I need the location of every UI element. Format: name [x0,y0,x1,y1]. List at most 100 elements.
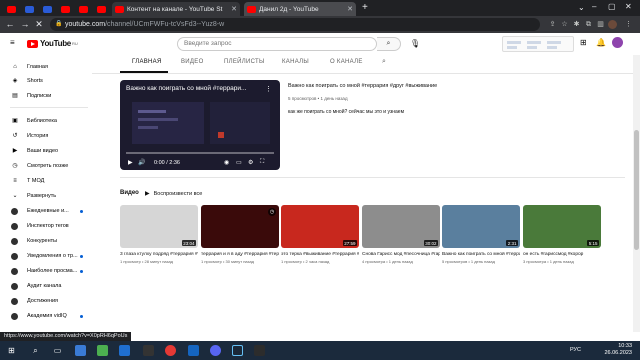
browser-tab[interactable] [94,2,108,16]
browser-menu-icon[interactable]: ⋮ [624,20,633,29]
hamburger-menu-icon[interactable]: ≡ [10,39,15,47]
video-card[interactable]: ◷ террария и я в аду #террария #террари..… [201,205,279,264]
steam-icon[interactable] [232,345,243,356]
extension-icon[interactable]: ✱ [572,20,581,29]
video-card[interactable]: 23:04 3 глаза ктулху подряд #террария #те… [120,205,198,264]
video-thumbnail[interactable]: 5:15 [523,205,601,248]
tab-channels[interactable]: КАНАЛЫ [282,59,309,65]
sidebar-item-vidiq[interactable]: Академия vidIQ [0,310,92,322]
sidebar-item-subscriptions[interactable]: ▤ Подписки [0,90,92,102]
minimize-icon[interactable]: – [592,2,596,11]
sidebar-item-library[interactable]: ▣ Библиотека [0,115,92,127]
system-clock[interactable]: 10:33 26.06.2023 [604,343,632,357]
account-avatar[interactable] [612,37,623,48]
close-tab-icon[interactable]: ✕ [347,5,353,13]
video-thumbnail[interactable]: 2:31 [442,205,520,248]
search-box[interactable] [177,37,377,51]
stop-icon[interactable]: ✕ [34,19,44,29]
bookmark-star-icon[interactable]: ☆ [560,20,569,29]
featured-video-player[interactable]: Важно как поиграть со мной #террари... ⋮… [120,80,280,170]
sidebar-item-shorts[interactable]: ◈ Shorts [0,75,92,87]
app-icon[interactable] [188,345,199,356]
tab-videos[interactable]: ВИДЕО [181,59,204,65]
videos-section-title[interactable]: Видео [120,190,139,196]
sidebar-item-vidiq[interactable]: Достижения [0,295,92,307]
video-card[interactable]: 27:59 это терка #выживание #террария #ад 1… [281,205,359,264]
browser-tab[interactable] [58,2,72,16]
video-thumbnail[interactable]: 30:02 [362,205,440,248]
microphone-icon[interactable]: 🎙 [410,39,420,48]
close-window-icon[interactable]: ✕ [625,2,632,11]
sidebar-item-your-videos[interactable]: ▶ Ваши видео [0,145,92,157]
vidiq-player-icon[interactable]: ◉ [224,159,229,166]
omnibox[interactable]: 🔒 youtube.com/channel/UCmFWFu-tcVsFd3--Y… [50,18,540,31]
video-title[interactable]: террария и я в аду #террария #террари... [201,252,279,258]
fullscreen-icon[interactable]: ⛶ [260,159,264,166]
play-icon[interactable]: ▶ [128,159,133,166]
search-button[interactable]: ⌕ [377,37,401,51]
sidebar-item-watch-later[interactable]: ◷ Смотреть позже [0,160,92,172]
windows-start-icon[interactable]: ⊞ [6,345,17,356]
notifications-bell-icon[interactable]: 🔔 [596,38,606,47]
sidebar-item-playlist[interactable]: ≡ Т МОД [0,175,92,187]
video-title[interactable]: это терка #выживание #террария #ад [281,252,359,258]
app-icon[interactable] [97,345,108,356]
sidebar-item-vidiq[interactable]: Ежедневные и... [0,205,92,217]
video-title[interactable]: Снова Гарисс мод #песочница #гариссмод..… [362,252,440,258]
close-tab-icon[interactable]: ✕ [231,5,237,13]
create-video-icon[interactable]: ⊞ [580,38,587,47]
video-card[interactable]: 2:31 Важно как поиграть со мной #террария… [442,205,520,264]
new-tab-icon[interactable]: + [362,2,368,14]
tab-about[interactable]: О КАНАЛЕ [330,59,363,65]
video-card[interactable]: 30:02 Снова Гарисс мод #песочница #гарисс… [362,205,440,264]
video-card[interactable]: 5:15 он есть #гариссмод #корор 3 просмотра… [523,205,601,264]
vidiq-stats-widget[interactable] [502,36,574,52]
task-view-icon[interactable]: ▭ [52,345,63,356]
file-explorer-icon[interactable] [75,345,86,356]
taskbar-search-icon[interactable]: ⌕ [30,345,41,356]
share-icon[interactable]: ⇪ [548,20,557,29]
sidebar-item-vidiq[interactable]: Аудит канала [0,280,92,292]
browser-tab-active[interactable]: Данил 2д - YouTube ✕ [244,2,356,16]
browser-tab[interactable] [76,2,90,16]
browser-tab[interactable] [4,2,18,16]
maximize-icon[interactable]: ▢ [608,2,616,11]
captions-icon[interactable]: ▭ [236,159,242,166]
sidebar-item-history[interactable]: ↺ История [0,130,92,142]
back-icon[interactable]: ← [5,19,15,29]
sidebar-item-vidiq[interactable]: Наиболее просма... [0,265,92,277]
app-icon[interactable] [143,345,154,356]
watch-later-icon[interactable]: ◷ [268,208,276,216]
video-title[interactable]: 3 глаза ктулху подряд #террария #терраи.… [120,252,198,258]
featured-video-title[interactable]: Важно как поиграть со мной #террария #др… [288,83,437,89]
app-icon[interactable] [119,345,130,356]
sidebar-item-vidiq[interactable]: Инспектор тегов [0,220,92,232]
sidebar-item-vidiq[interactable]: Конкуренты [0,235,92,247]
sidebar-item-home[interactable]: ⌂ Главная [0,61,92,73]
tab-playlists[interactable]: ПЛЕЙЛИСТЫ [224,59,265,65]
browser-tab[interactable] [22,2,36,16]
volume-icon[interactable]: 🔊 [138,159,145,166]
play-all-button[interactable]: ▶ Воспроизвести все [145,190,202,198]
discord-icon[interactable] [210,345,221,356]
scrollbar-thumb[interactable] [634,130,639,250]
chrome-icon[interactable] [165,345,176,356]
player-progress-bar[interactable] [126,152,274,154]
forward-icon[interactable]: → [20,19,30,29]
browser-tab-studio[interactable]: Контент на канале - YouTube St ✕ [112,2,240,16]
extensions-puzzle-icon[interactable]: ⧉ [584,20,593,29]
app-icon[interactable] [254,345,265,356]
sidebar-item-expand[interactable]: ⌄ Развернуть [0,190,92,202]
channel-search-icon[interactable]: ⌕ [382,58,386,66]
video-thumbnail[interactable]: 23:04 [120,205,198,248]
video-title[interactable]: он есть #гариссмод #корор [523,252,601,258]
youtube-logo[interactable]: YouTube RU [27,39,78,48]
tab-search-icon[interactable]: ⌄ [578,3,585,12]
search-input[interactable] [184,40,354,47]
lock-icon[interactable]: 🔒 [55,20,62,27]
video-title[interactable]: Важно как поиграть со мной #террария #др… [442,252,520,258]
tab-home[interactable]: ГЛАВНАЯ [132,59,162,65]
video-thumbnail[interactable]: ◷ [201,205,279,248]
video-thumbnail[interactable]: 27:59 [281,205,359,248]
profile-avatar[interactable] [608,20,617,29]
